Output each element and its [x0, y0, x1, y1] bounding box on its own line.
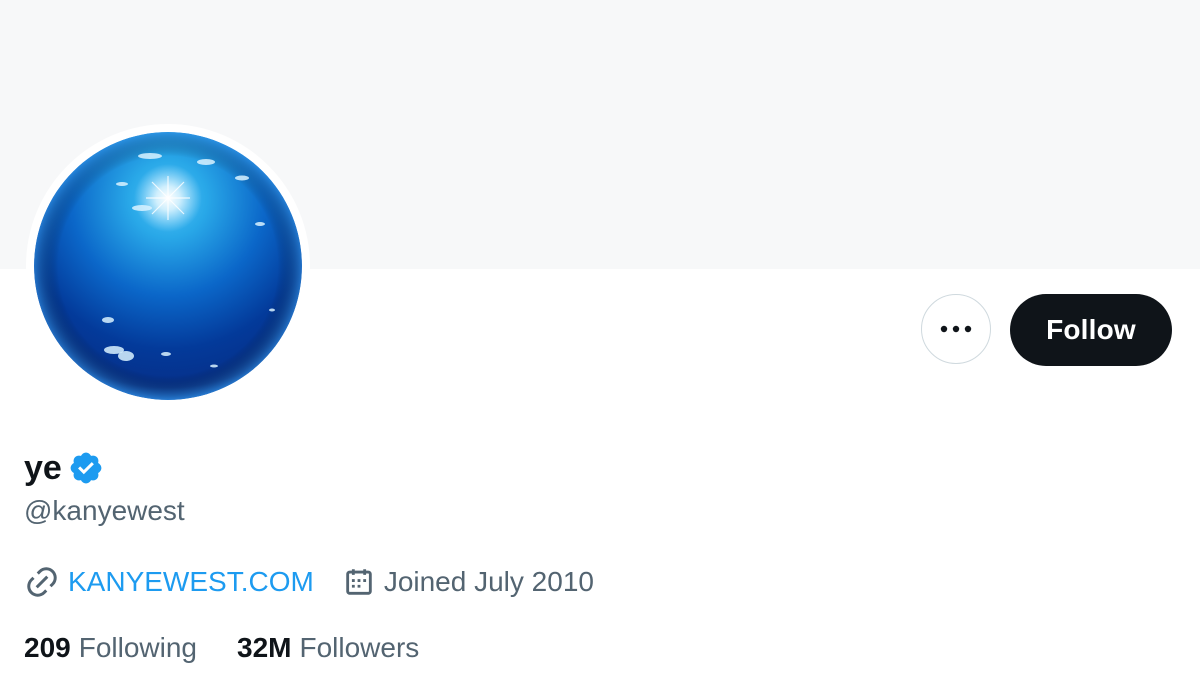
followers-count: 32M: [237, 632, 292, 663]
profile-page: Follow ye @kanyewest KANYEWEST.COM Joine…: [0, 0, 1200, 674]
follow-button-label: Follow: [1046, 314, 1136, 345]
following-count: 209: [24, 632, 71, 663]
joined-item: Joined July 2010: [342, 564, 594, 600]
profile-stats-row: 209 Following 32M Followers: [24, 630, 419, 666]
website-item: KANYEWEST.COM: [24, 564, 314, 600]
avatar-blue-sphere-image: [34, 132, 302, 400]
profile-handle: @kanyewest: [24, 495, 185, 526]
profile-meta-row: KANYEWEST.COM Joined July 2010: [24, 564, 594, 600]
calendar-icon: [342, 565, 376, 599]
more-horizontal-icon: [940, 325, 972, 333]
following-label: Following: [78, 632, 197, 663]
avatar[interactable]: [34, 132, 302, 400]
joined-date: Joined July 2010: [383, 566, 594, 597]
verified-badge-icon[interactable]: [68, 450, 104, 486]
more-options-button[interactable]: [921, 294, 991, 364]
display-name: ye: [24, 449, 62, 487]
follow-button[interactable]: Follow: [1010, 294, 1172, 366]
link-icon: [24, 564, 60, 600]
website-link[interactable]: KANYEWEST.COM: [68, 564, 314, 600]
following-stat[interactable]: 209 Following: [24, 630, 197, 666]
followers-label: Followers: [299, 632, 420, 663]
followers-stat[interactable]: 32M Followers: [237, 630, 419, 666]
profile-name-row: ye: [24, 446, 104, 490]
